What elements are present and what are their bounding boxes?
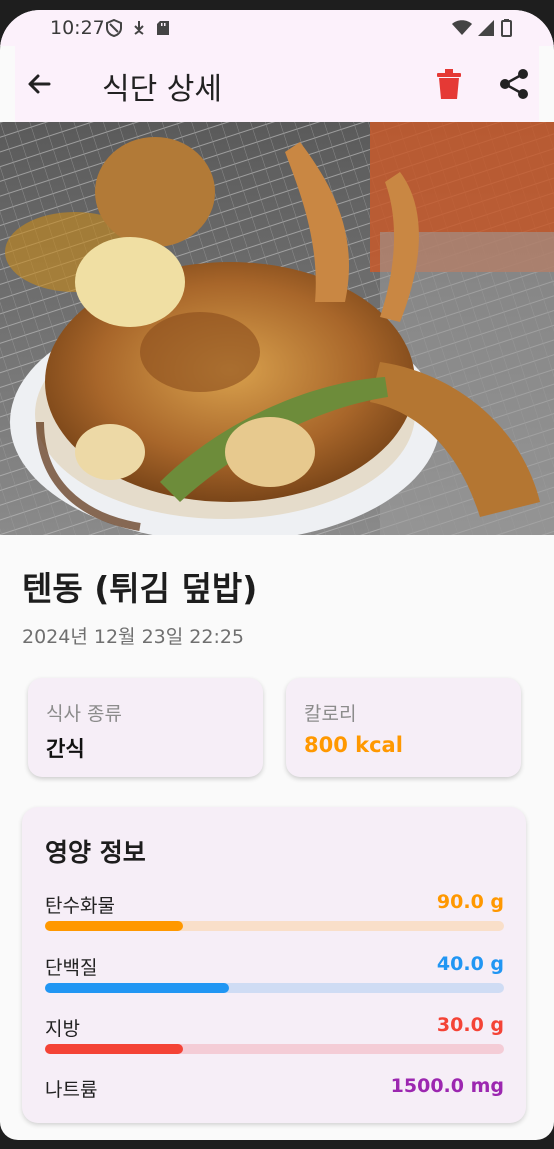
calorie-label: 칼로리: [304, 703, 357, 725]
wifi-icon: [452, 20, 472, 35]
app-bar: 식단 상세: [15, 46, 539, 122]
signal-icon: [478, 20, 494, 36]
meal-type-label: 식사 종류: [46, 703, 122, 725]
download-icon: [134, 21, 144, 35]
share-icon[interactable]: [498, 68, 530, 100]
status-bar: 10:27: [0, 10, 554, 46]
progress-fill: [45, 921, 183, 931]
meal-name: 텐동 (튀김 덮밥): [22, 569, 258, 608]
progress-track: [45, 983, 504, 993]
status-time: 10:27: [50, 17, 105, 39]
meal-type-card: 식사 종류 간식: [28, 678, 263, 777]
phone-screen: 10:27 식단 상세 텐동 (튀김 덮밥) 2024년 12월 23일 22:…: [0, 10, 554, 1140]
nutrition-value: 40.0 g: [436, 953, 504, 975]
progress-track: [45, 921, 504, 931]
status-icons-left: [106, 19, 170, 37]
calorie-card: 칼로리 800 kcal: [286, 678, 521, 777]
nutrition-label: 단백질: [45, 957, 98, 979]
progress-fill: [45, 983, 229, 993]
progress-track: [45, 1044, 504, 1054]
page-title: 식단 상세: [102, 72, 222, 107]
nutrition-value: 1500.0 mg: [390, 1075, 504, 1097]
nutrition-card: 영양 정보 탄수화물 90.0 g 단백질 40.0 g 지방 30.0 g 나…: [22, 807, 526, 1123]
progress-fill: [45, 1044, 183, 1054]
tendon-illustration: [0, 122, 554, 535]
nutrition-label: 지방: [45, 1018, 80, 1040]
nutrition-title: 영양 정보: [45, 838, 146, 867]
shield-icon: [106, 19, 122, 37]
nutrition-label: 나트륨: [45, 1079, 98, 1101]
nutrition-label: 탄수화물: [45, 895, 115, 917]
meal-datetime: 2024년 12월 23일 22:25: [22, 626, 245, 648]
status-icons-right: [452, 19, 512, 37]
nutrition-value: 30.0 g: [436, 1014, 504, 1036]
food-photo: [0, 122, 554, 535]
arrow-back-icon[interactable]: [23, 68, 55, 100]
nutrition-value: 90.0 g: [436, 891, 504, 913]
trash-icon[interactable]: [434, 68, 464, 100]
battery-icon: [501, 19, 512, 37]
sd-card-icon: [157, 21, 169, 35]
calorie-value: 800 kcal: [304, 733, 403, 757]
meal-type-value: 간식: [46, 737, 85, 761]
